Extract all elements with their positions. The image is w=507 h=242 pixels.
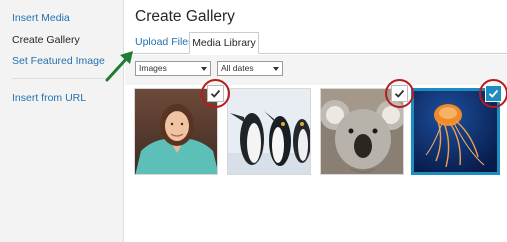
sidebar-item-set-featured-image[interactable]: Set Featured Image xyxy=(12,55,105,67)
checkmark-icon xyxy=(394,89,405,98)
selected-check-portrait[interactable] xyxy=(207,85,224,102)
sidebar-item-create-gallery[interactable]: Create Gallery xyxy=(12,34,80,46)
media-type-select-value: Images xyxy=(139,63,167,73)
date-filter-select-value: All dates xyxy=(221,63,254,73)
attachment-thumbnail-penguins[interactable] xyxy=(227,88,311,175)
sidebar-item-insert-media[interactable]: Insert Media xyxy=(12,12,70,24)
attachment-filters-bar: Images All dates xyxy=(125,55,507,85)
media-sidebar: Insert Media Create Gallery Set Featured… xyxy=(0,0,124,242)
dropdown-arrow-icon xyxy=(201,67,207,71)
sidebar-separator xyxy=(12,78,110,79)
date-filter-select[interactable]: All dates xyxy=(217,61,283,76)
selected-check-koala[interactable] xyxy=(391,85,408,102)
media-type-select[interactable]: Images xyxy=(135,61,211,76)
tab-upload-files[interactable]: Upload Files xyxy=(135,32,193,54)
tab-media-library[interactable]: Media Library xyxy=(189,32,259,54)
selected-check-jellyfish[interactable] xyxy=(485,85,502,102)
page-title: Create Gallery xyxy=(135,8,235,25)
checkmark-icon xyxy=(210,89,221,98)
checkmark-icon xyxy=(488,89,499,98)
media-frame-content: Create Gallery Upload Files Media Librar… xyxy=(125,0,507,242)
tab-divider xyxy=(125,53,507,54)
attachment-thumbnail-portrait[interactable] xyxy=(134,88,218,175)
sidebar-item-insert-from-url[interactable]: Insert from URL xyxy=(12,92,86,104)
dropdown-arrow-icon xyxy=(273,67,279,71)
